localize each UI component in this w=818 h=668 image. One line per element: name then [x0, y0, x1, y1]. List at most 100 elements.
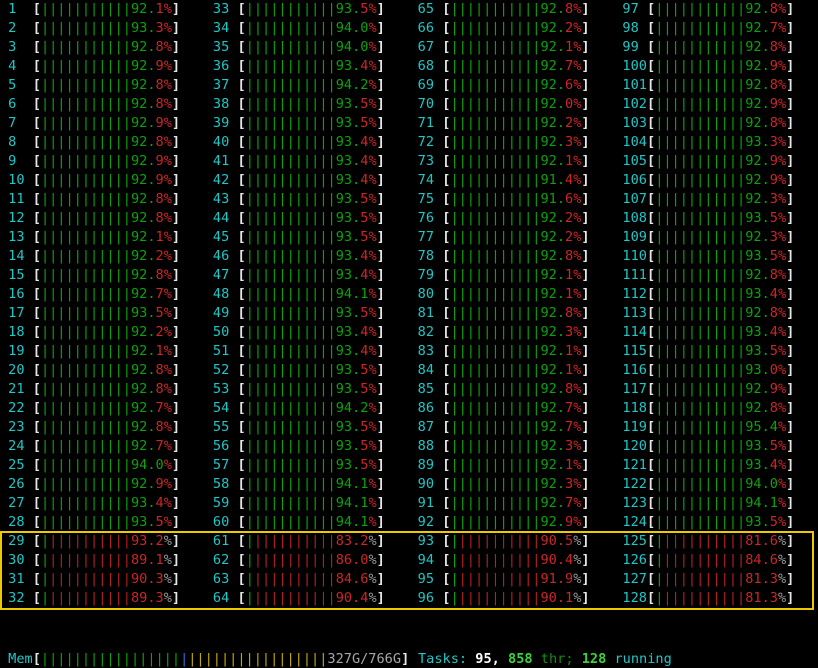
bar-open-bracket: [ — [647, 172, 655, 188]
cpu-id: 68 — [410, 58, 443, 74]
cpu-meter: 16 [|||||||||||92.7%] — [0, 285, 205, 304]
cpu-bar: ||||||||||| — [41, 229, 131, 245]
tasks-line: Tasks: 95, 858 thr; 128 running — [418, 650, 696, 668]
cpu-percent: 92.8% — [131, 96, 172, 112]
bar-close-bracket: ] — [172, 419, 180, 435]
memory-meter: Mem[|||||||||||||||||||||||||||||||||||3… — [0, 650, 409, 668]
bar-close-bracket: ] — [581, 343, 589, 359]
cpu-id: 65 — [410, 1, 443, 17]
cpu-percent: 81.6% — [745, 533, 786, 549]
cpu-id: 90 — [410, 476, 443, 492]
bar-open-bracket: [ — [238, 362, 246, 378]
cpu-percent: 93.4% — [745, 324, 786, 340]
bar-close-bracket: ] — [377, 58, 385, 74]
cpu-bar: ||||||||||| — [246, 267, 336, 283]
bar-close-bracket: ] — [377, 324, 385, 340]
cpu-percent: 92.7% — [540, 495, 581, 511]
cpu-meter: 18 [|||||||||||92.2%] — [0, 323, 205, 342]
cpu-bar: ||||||||||| — [246, 115, 336, 131]
cpu-meter: 35 [|||||||||||94.0%] — [205, 38, 410, 57]
cpu-id: 47 — [205, 267, 238, 283]
cpu-bar: ||||||||||| — [41, 552, 131, 568]
cpu-id: 58 — [205, 476, 238, 492]
cpu-bar: ||||||||||| — [450, 39, 540, 55]
cpu-meter: 116[|||||||||||93.0%] — [614, 361, 818, 380]
bar-close-bracket: ] — [172, 533, 180, 549]
cpu-percent: 92.8% — [131, 419, 172, 435]
cpu-meter: 48 [|||||||||||94.1%] — [205, 285, 410, 304]
cpu-bar: ||||||||||| — [655, 590, 745, 606]
cpu-meter: 55 [|||||||||||93.5%] — [205, 418, 410, 437]
cpu-meter: 69 [|||||||||||92.6%] — [410, 76, 615, 95]
cpu-bar: ||||||||||| — [41, 533, 131, 549]
bar-open-bracket: [ — [33, 39, 41, 55]
cpu-meter: 33 [|||||||||||93.5%] — [205, 0, 410, 19]
cpu-meter: 23 [|||||||||||92.8%] — [0, 418, 205, 437]
cpu-bar: ||||||||||| — [246, 514, 336, 530]
cpu-percent: 81.3% — [745, 571, 786, 587]
cpu-id: 33 — [205, 1, 238, 17]
bar-close-bracket: ] — [172, 248, 180, 264]
bar-close-bracket: ] — [786, 248, 794, 264]
cpu-bar: ||||||||||| — [41, 115, 131, 131]
cpu-meter-grid: 1 [|||||||||||92.1%] 2 [|||||||||||93.3%… — [0, 0, 818, 608]
bar-close-bracket: ] — [786, 476, 794, 492]
cpu-id: 62 — [205, 552, 238, 568]
cpu-percent: 92.8% — [745, 305, 786, 321]
cpu-bar: ||||||||||| — [655, 191, 745, 207]
cpu-id: 60 — [205, 514, 238, 530]
bar-close-bracket: ] — [786, 457, 794, 473]
cpu-id: 56 — [205, 438, 238, 454]
bar-open-bracket: [ — [33, 229, 41, 245]
bar-close-bracket: ] — [581, 172, 589, 188]
bar-close-bracket: ] — [786, 438, 794, 454]
bar-close-bracket: ] — [581, 552, 589, 568]
cpu-percent: 92.3% — [745, 229, 786, 245]
tasks-count: 95, — [475, 651, 508, 667]
bar-open-bracket: [ — [647, 400, 655, 416]
cpu-meter: 7 [|||||||||||92.9%] — [0, 114, 205, 133]
running-count: 128 — [582, 651, 615, 667]
cpu-meter: 27 [|||||||||||93.4%] — [0, 494, 205, 513]
cpu-bar: ||||||||||| — [41, 58, 131, 74]
cpu-percent: 93.4% — [336, 343, 377, 359]
memory-label: Mem — [0, 651, 33, 667]
cpu-id: 9 — [0, 153, 33, 169]
bar-close-bracket: ] — [172, 267, 180, 283]
cpu-percent: 93.5% — [336, 210, 377, 226]
cpu-percent: 92.9% — [131, 153, 172, 169]
thr-label: thr; — [541, 651, 582, 667]
bar-close-bracket: ] — [377, 210, 385, 226]
cpu-meter: 88 [|||||||||||92.3%] — [410, 437, 615, 456]
cpu-bar: ||||||||||| — [450, 58, 540, 74]
cpu-percent: 92.9% — [745, 381, 786, 397]
cpu-id: 43 — [205, 191, 238, 207]
cpu-bar: ||||||||||| — [655, 267, 745, 283]
bar-open-bracket: [ — [647, 210, 655, 226]
bar-open-bracket: [ — [33, 571, 41, 587]
cpu-bar: ||||||||||| — [450, 571, 540, 587]
bar-close-bracket: ] — [377, 514, 385, 530]
cpu-bar: ||||||||||| — [41, 590, 131, 606]
cpu-meter: 14 [|||||||||||92.2%] — [0, 247, 205, 266]
cpu-id: 106 — [614, 172, 647, 188]
bar-close-bracket: ] — [786, 134, 794, 150]
cpu-bar: ||||||||||| — [41, 210, 131, 226]
cpu-percent: 92.2% — [540, 115, 581, 131]
bar-close-bracket: ] — [581, 20, 589, 36]
bar-close-bracket: ] — [786, 305, 794, 321]
cpu-percent: 93.5% — [131, 305, 172, 321]
cpu-meter: 15 [|||||||||||92.8%] — [0, 266, 205, 285]
cpu-id: 119 — [614, 419, 647, 435]
cpu-id: 89 — [410, 457, 443, 473]
cpu-bar: ||||||||||| — [246, 248, 336, 264]
cpu-id: 98 — [614, 20, 647, 36]
bar-open-bracket: [ — [33, 362, 41, 378]
cpu-meter: 123[|||||||||||94.1%] — [614, 494, 818, 513]
cpu-bar: ||||||||||| — [41, 286, 131, 302]
cpu-meter: 80 [|||||||||||92.1%] — [410, 285, 615, 304]
bar-close-bracket: ] — [786, 590, 794, 606]
bar-open-bracket: [ — [647, 153, 655, 169]
cpu-bar: ||||||||||| — [246, 172, 336, 188]
bar-open-bracket: [ — [647, 1, 655, 17]
